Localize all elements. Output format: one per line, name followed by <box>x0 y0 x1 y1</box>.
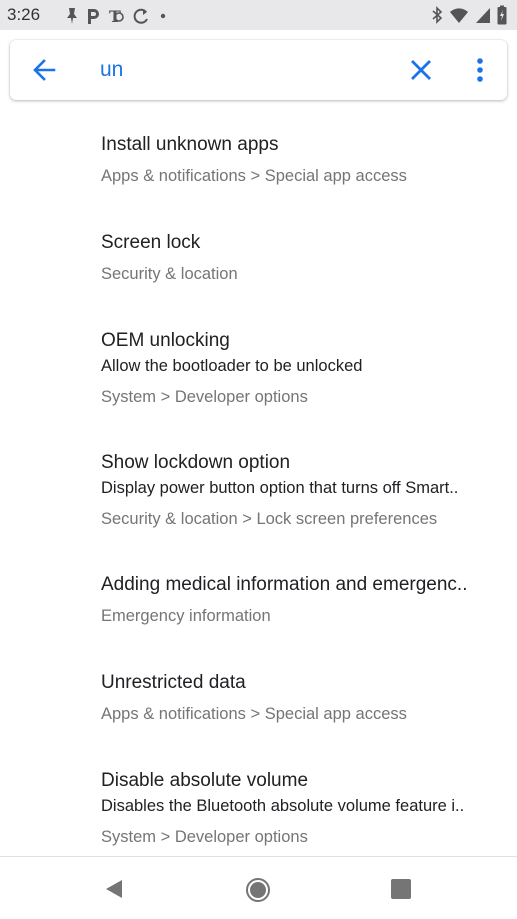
result-show-lockdown-option[interactable]: Show lockdown option Display power butto… <box>0 442 517 542</box>
search-bar <box>10 40 507 100</box>
more-vert-icon[interactable] <box>468 54 492 86</box>
result-install-unknown-apps[interactable]: Install unknown apps Apps & notification… <box>0 124 517 204</box>
result-disable-absolute-volume[interactable]: Disable absolute volume Disables the Blu… <box>0 760 517 856</box>
status-system-icons <box>431 5 507 25</box>
result-oem-unlocking[interactable]: OEM unlocking Allow the bootloader to be… <box>0 320 517 420</box>
result-summary: Allow the bootloader to be unlocked <box>101 357 363 375</box>
result-title: Show lockdown option <box>101 452 291 473</box>
result-title: Adding medical information and emergenc.… <box>101 574 468 595</box>
sync-icon <box>133 8 148 24</box>
parking-icon <box>88 9 99 24</box>
nav-recents-icon[interactable] <box>390 878 412 900</box>
result-title: Screen lock <box>101 232 201 253</box>
result-title: Install unknown apps <box>101 134 279 155</box>
bluetooth-icon <box>432 6 443 24</box>
result-screen-lock[interactable]: Screen lock Security & location <box>0 222 517 302</box>
nav-back-icon[interactable] <box>102 877 126 901</box>
nav-home-icon[interactable] <box>245 877 271 903</box>
nyt-icon: T <box>109 7 124 25</box>
result-path: Security & location > Lock screen prefer… <box>101 510 438 528</box>
navigation-bar <box>0 856 517 919</box>
wifi-icon <box>450 8 468 23</box>
result-unrestricted-data[interactable]: Unrestricted data Apps & notifications >… <box>0 662 517 742</box>
result-medical-information[interactable]: Adding medical information and emergenc.… <box>0 564 517 644</box>
result-summary: Display power button option that turns o… <box>101 479 459 497</box>
result-summary: Disables the Bluetooth absolute volume f… <box>101 797 465 815</box>
close-icon[interactable] <box>408 57 434 83</box>
dot-icon <box>160 13 166 19</box>
battery-icon <box>497 5 507 25</box>
result-path: Security & location <box>101 265 238 283</box>
result-path: Apps & notifications > Special app acces… <box>101 705 407 723</box>
signal-icon <box>476 8 490 23</box>
search-results-list: Install unknown apps Apps & notification… <box>0 104 517 856</box>
arrow-back-icon[interactable] <box>30 56 58 84</box>
result-title: OEM unlocking <box>101 330 230 351</box>
notification-icon <box>67 8 77 24</box>
result-path: System > Developer options <box>101 388 308 406</box>
search-input[interactable] <box>100 54 390 86</box>
status-time: 3:26 <box>7 5 41 24</box>
status-bar: 3:26 T <box>0 0 517 30</box>
result-path: System > Developer options <box>101 828 308 846</box>
result-title: Disable absolute volume <box>101 770 309 791</box>
result-title: Unrestricted data <box>101 672 246 693</box>
result-path: Apps & notifications > Special app acces… <box>101 167 407 185</box>
result-path: Emergency information <box>101 607 271 625</box>
status-notification-icons: T <box>66 6 168 26</box>
